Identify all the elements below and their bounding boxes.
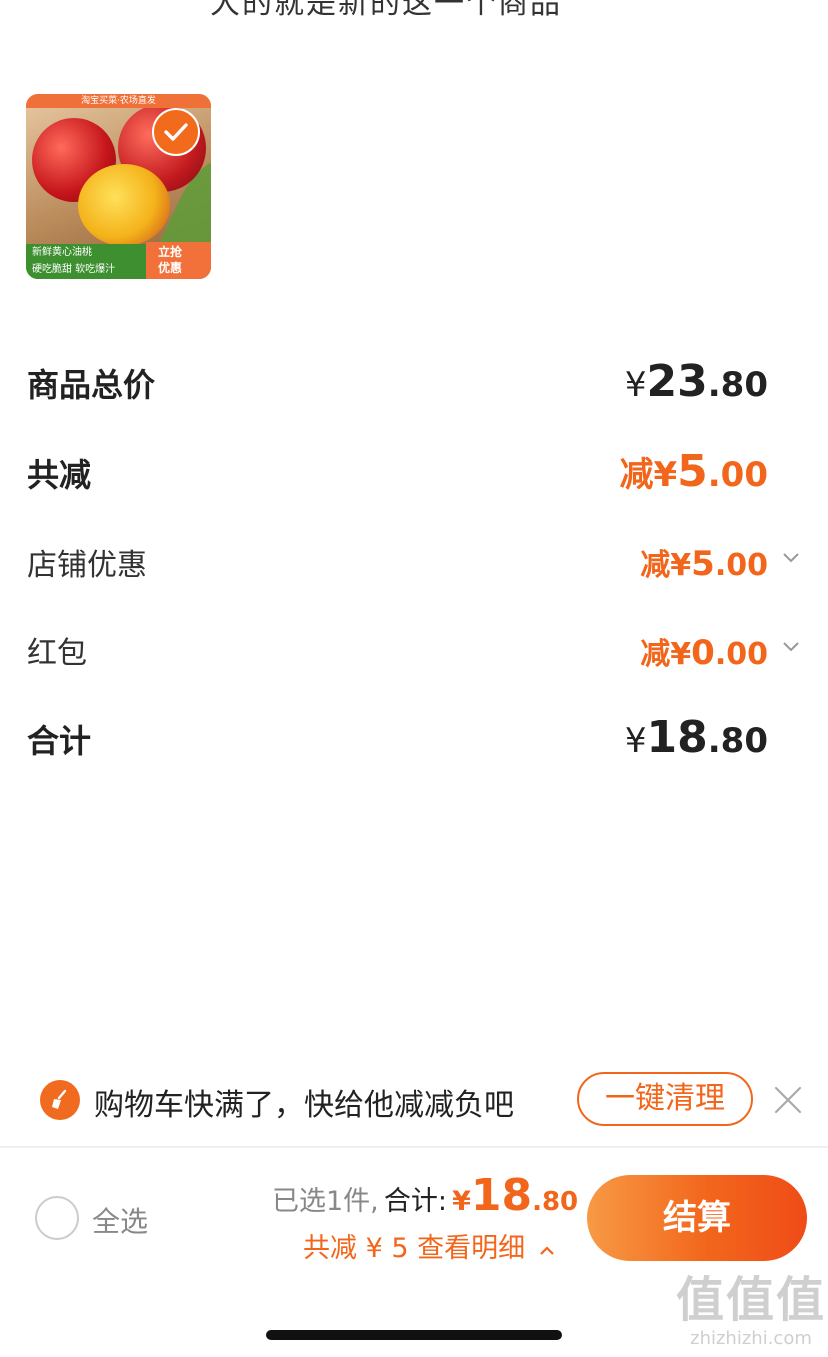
nectarine-fruit-cut [78,164,170,246]
page-header-cut-text: 大的就是新的这一个商品 [210,0,562,21]
product-selected-checkmark[interactable] [152,108,200,156]
image-label: 新鲜黄心油桃 硬吃脆甜 软吃爆汁 [26,244,146,279]
close-icon[interactable] [770,1082,806,1118]
total-amount: ¥18.80 [624,712,768,763]
selected-count: 已选1件, [272,1186,379,1217]
goods-total-amount: ¥23.80 [624,356,768,407]
bottom-total-summary: 已选1件, 合计: ¥18.80 [272,1170,579,1221]
broom-icon [40,1080,80,1120]
watermark: 值值值 zhizhizhi.com [676,1272,827,1349]
image-banner: 淘宝买菜·农场直发 [26,94,211,108]
chevron-up-icon [539,1246,554,1255]
checkout-button[interactable]: 结算 [587,1175,807,1261]
shop-discount-label: 店铺优惠 [27,548,147,583]
home-indicator[interactable] [266,1330,562,1340]
broom-icon-glyph [52,1089,67,1109]
divider [0,1146,828,1148]
select-all-label[interactable]: 全选 [92,1200,148,1240]
image-label-line2: 硬吃脆甜 软吃爆汁 [32,264,116,275]
total-label: 合计 [27,722,92,760]
red-packet-amount[interactable]: 减¥0.00 [640,629,768,673]
one-click-clean-button[interactable]: 一键清理 [577,1072,753,1126]
shop-discount-amount[interactable]: 减¥5.00 [640,540,768,584]
discount-detail-link[interactable]: 共减 ¥ 5 查看明细 [303,1226,556,1265]
chevron-down-icon[interactable] [782,549,800,567]
cart-full-hint: 购物车快满了，快给他减减负吧 [94,1088,514,1123]
image-label-line1: 新鲜黄心油桃 [32,247,92,258]
red-packet-label: 红包 [27,636,87,671]
select-all-checkbox[interactable] [35,1196,79,1240]
checkmark-icon [164,123,188,141]
goods-total-label: 商品总价 [27,366,156,404]
image-cta: 立抢 优惠 [146,242,211,279]
chevron-down-icon[interactable] [782,638,800,656]
total-discount-label: 共减 [27,456,92,494]
bottom-total-label: 合计: [383,1186,447,1217]
total-discount-amount: 减¥5.00 [619,446,768,497]
